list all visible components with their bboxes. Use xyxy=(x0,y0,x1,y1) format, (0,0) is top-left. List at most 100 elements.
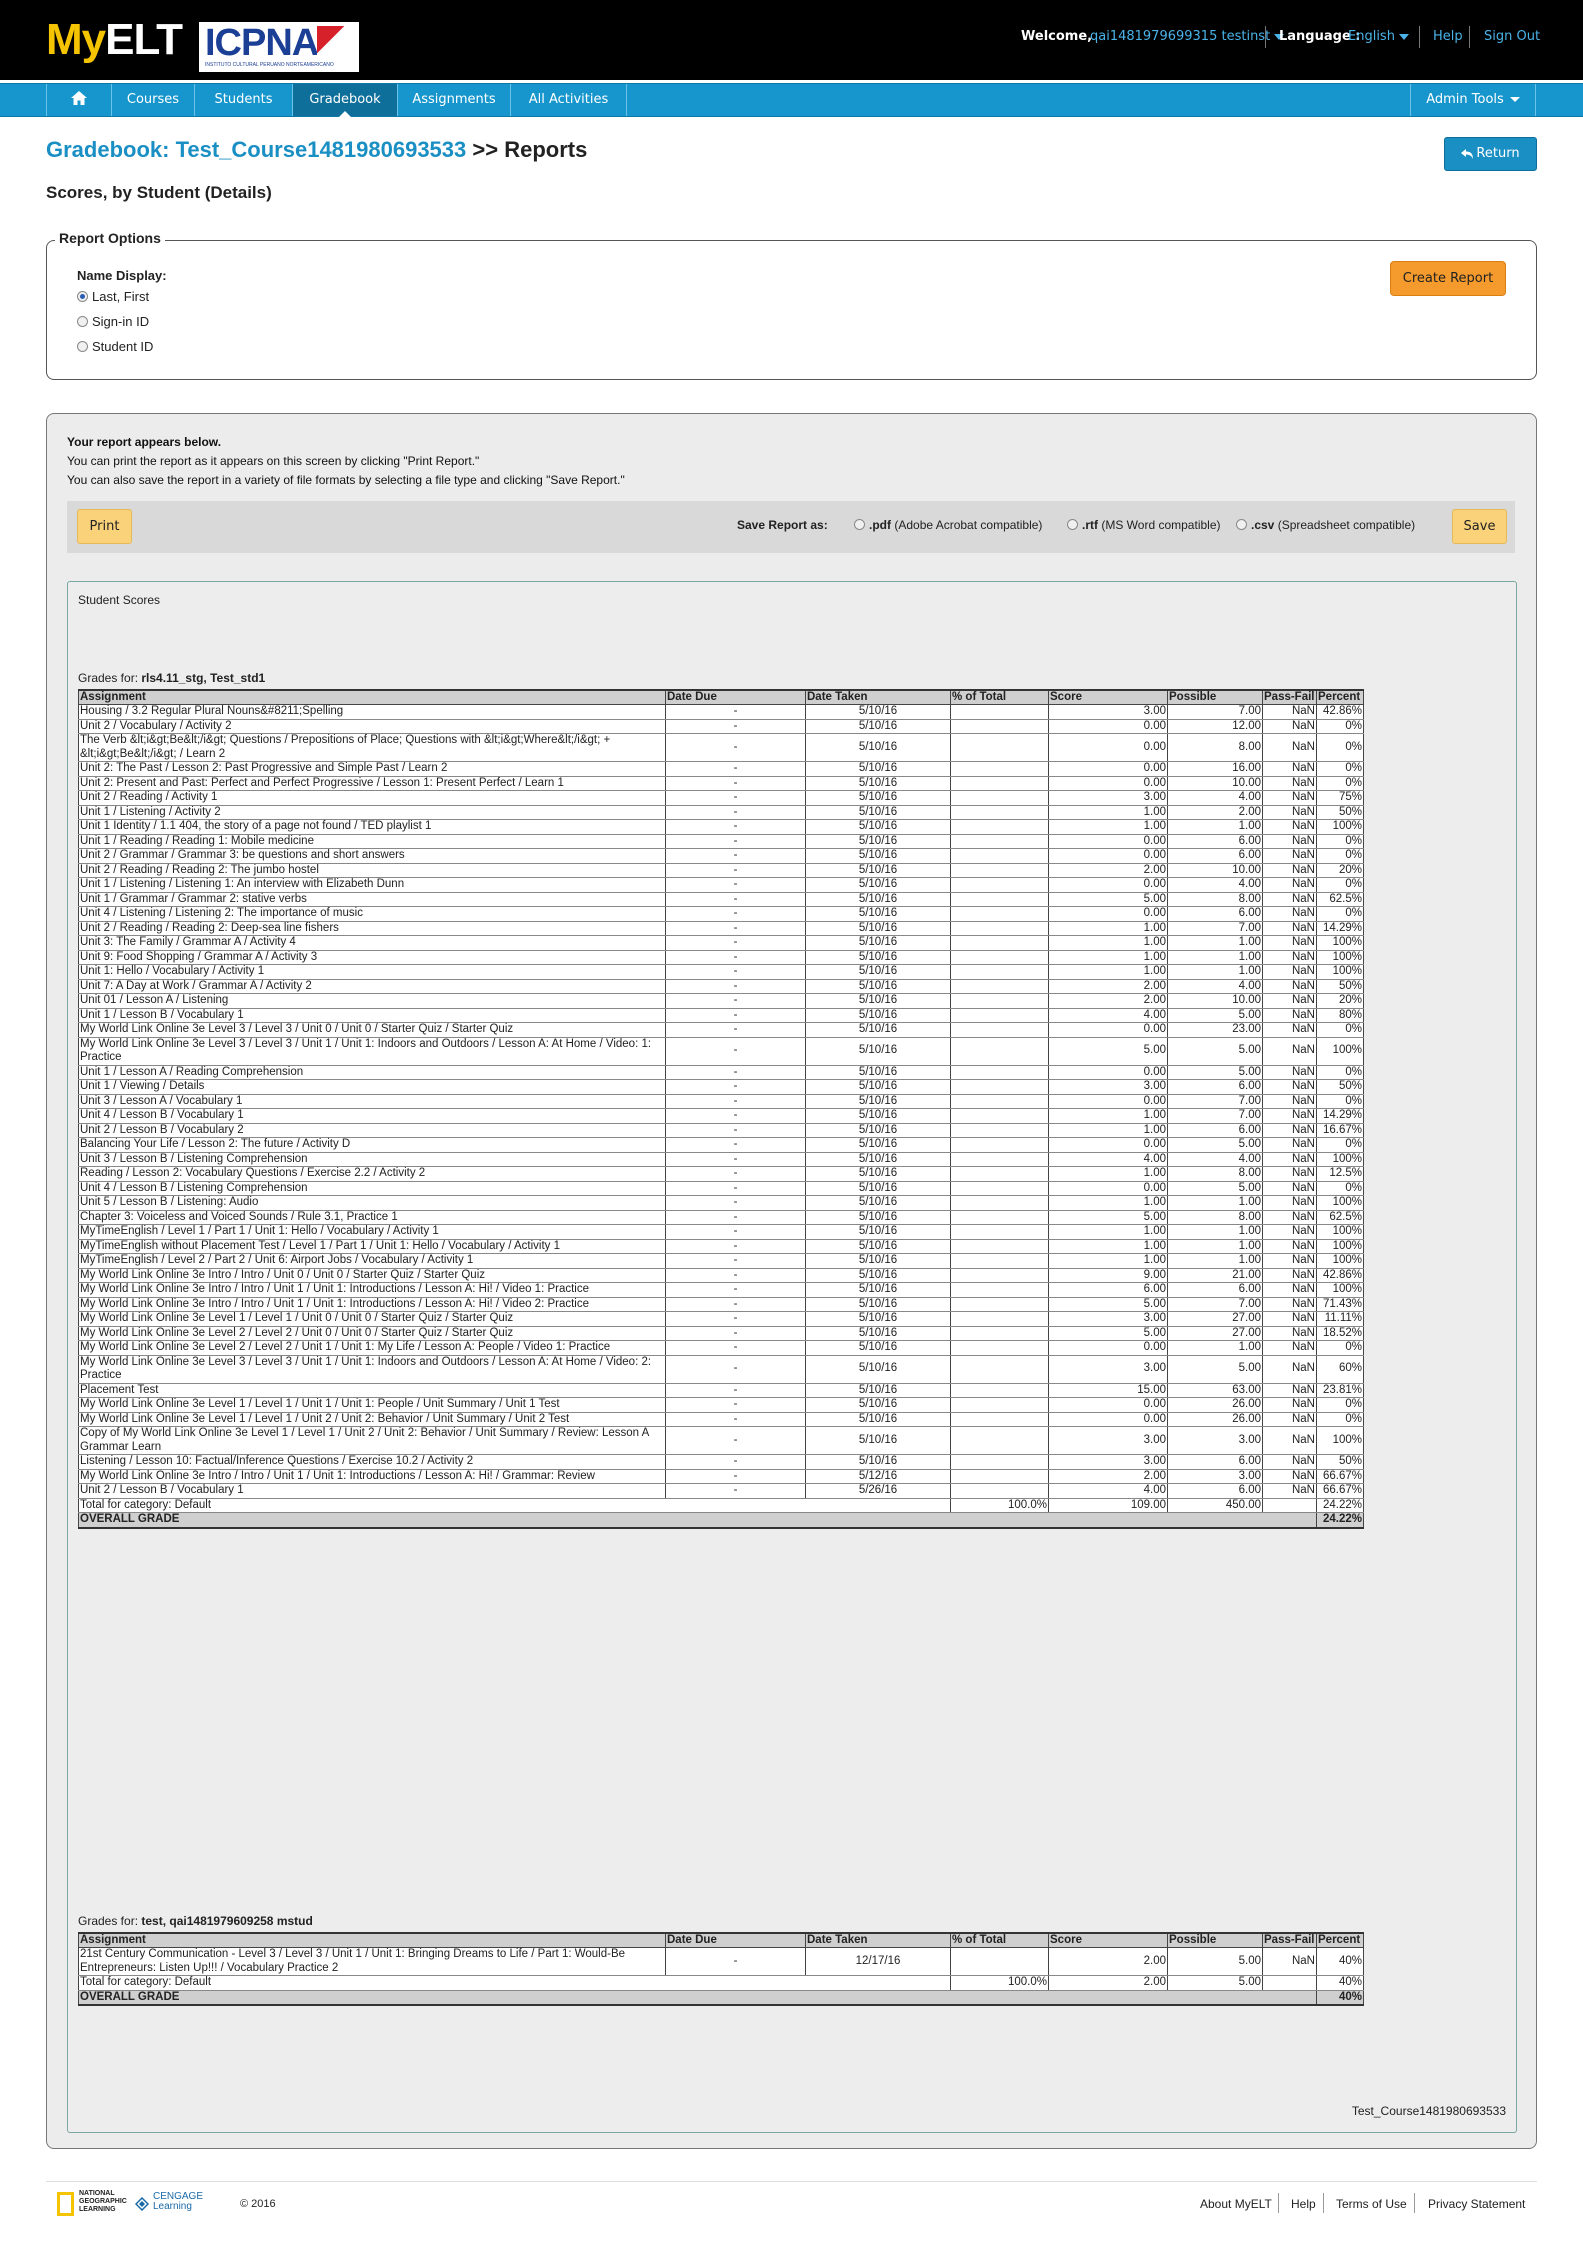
table-cell: 5/10/16 xyxy=(805,1239,951,1254)
nav-home[interactable] xyxy=(46,84,112,116)
table-cell xyxy=(950,993,1049,1009)
table-cell: 3.00 xyxy=(1048,1426,1168,1455)
sign-out-link[interactable]: Sign Out xyxy=(1484,29,1540,44)
main-nav: Courses Students Gradebook Assignments A… xyxy=(0,83,1583,117)
table-cell: NaN xyxy=(1262,719,1317,734)
radio-button[interactable] xyxy=(1067,519,1078,531)
create-report-button[interactable]: Create Report xyxy=(1390,261,1506,296)
table-cell xyxy=(950,704,1049,720)
table-cell: NaN xyxy=(1262,1079,1317,1095)
user-menu[interactable]: qai1481979699315 testinst xyxy=(1090,29,1285,44)
footer-link-about[interactable]: About MyELT xyxy=(1200,2197,1272,2211)
table-cell: NaN xyxy=(1262,819,1317,835)
table-cell: 6.00 xyxy=(1167,906,1263,922)
print-button[interactable]: Print xyxy=(77,509,132,544)
return-button[interactable]: Return xyxy=(1444,137,1537,171)
radio-button[interactable] xyxy=(77,341,88,353)
radio-button[interactable] xyxy=(1236,519,1247,531)
nav-courses[interactable]: Courses xyxy=(112,84,195,116)
column-header: Score xyxy=(1048,689,1168,705)
column-header: % of Total xyxy=(950,689,1049,705)
table-cell: 1.00 xyxy=(1167,1340,1263,1356)
table-cell: 5/10/16 xyxy=(805,892,951,907)
grades-for-text: Grades for: xyxy=(78,1914,139,1928)
table-cell: 0% xyxy=(1316,1065,1364,1080)
table-cell: 5/10/16 xyxy=(805,1268,951,1283)
table-cell xyxy=(950,1108,1049,1124)
table-row: Unit 5 / Lesson B / Listening: Audio -5/1… xyxy=(78,1195,1364,1211)
table-cell xyxy=(950,863,1049,878)
table-cell: 1.00 xyxy=(1167,1224,1263,1240)
table-cell: 3.00 xyxy=(1048,1454,1168,1470)
table-cell: MyTimeEnglish without Placement Test / L… xyxy=(78,1239,666,1254)
overall-grade-value: 40% xyxy=(1316,1990,1364,2006)
column-header: Date Due xyxy=(665,1932,806,1948)
radio-button[interactable] xyxy=(77,316,88,328)
nav-admin-tools[interactable]: Admin Tools xyxy=(1410,84,1536,116)
total-cell: Total for category: Default xyxy=(78,1497,951,1513)
name-display-option-student-id[interactable]: Student ID xyxy=(77,339,153,354)
footer-link-privacy[interactable]: Privacy Statement xyxy=(1428,2197,1525,2211)
table-cell: - xyxy=(665,1022,806,1038)
myelt-logo[interactable]: MyELT xyxy=(46,18,183,62)
table-cell: - xyxy=(665,979,806,994)
table-cell: - xyxy=(665,733,806,762)
footer-link-terms[interactable]: Terms of Use xyxy=(1336,2197,1407,2211)
return-arrow-icon xyxy=(1461,148,1474,159)
table-cell: 10.00 xyxy=(1167,993,1263,1009)
table-cell: 5/10/16 xyxy=(805,834,951,849)
help-link[interactable]: Help xyxy=(1433,29,1463,44)
table-cell: 0.00 xyxy=(1048,1094,1168,1109)
table-cell: - xyxy=(665,964,806,980)
table-cell: 5/10/16 xyxy=(805,921,951,936)
table-cell: 5/10/16 xyxy=(805,1311,951,1327)
table-cell: - xyxy=(665,1469,806,1484)
radio-button[interactable] xyxy=(854,519,865,531)
table-cell: 5/10/16 xyxy=(805,1210,951,1225)
course-name-footer: Test_Course1481980693533 xyxy=(1351,2104,1506,2118)
table-cell: 5/10/16 xyxy=(805,1166,951,1182)
table-cell: 5/10/16 xyxy=(805,1108,951,1124)
table-header-row: Assignment Date Due Date Taken% of Total Sc… xyxy=(78,1932,1364,1948)
category-total-row: Total for category: Default 100.0% 2.00 5.0… xyxy=(78,1975,1364,1991)
nav-gradebook-label: Gradebook xyxy=(309,92,381,107)
table-cell xyxy=(950,906,1049,922)
name-display-option-sign-in-id[interactable]: Sign-in ID xyxy=(77,314,149,329)
save-button[interactable]: Save xyxy=(1452,509,1507,544)
table-cell: NaN xyxy=(1262,950,1317,965)
report-info-line: You can print the report as it appears o… xyxy=(67,454,480,468)
table-cell: 5/10/16 xyxy=(805,719,951,734)
format-csv-option[interactable]: .csv (Spreadsheet compatible) xyxy=(1236,518,1415,532)
format-rtf-option[interactable]: .rtf (MS Word compatible) xyxy=(1067,518,1221,532)
nav-gradebook[interactable]: Gradebook xyxy=(293,84,398,117)
table-cell: NaN xyxy=(1262,1253,1317,1269)
table-cell: 0% xyxy=(1316,1340,1364,1356)
format-pdf-option[interactable]: .pdf (Adobe Acrobat compatible) xyxy=(854,518,1042,532)
table-cell: 5/10/16 xyxy=(805,1137,951,1153)
table-cell: 8.00 xyxy=(1167,733,1263,762)
nav-assignments[interactable]: Assignments xyxy=(398,84,511,116)
radio-button[interactable] xyxy=(77,291,88,303)
table-cell: - xyxy=(665,1454,806,1470)
option-label: Student ID xyxy=(92,339,154,354)
format-ext: .rtf xyxy=(1082,518,1098,532)
cengage-logo-icon xyxy=(135,2197,149,2211)
name-display-option-last-first[interactable]: Last, First xyxy=(77,289,149,304)
table-cell: 0.00 xyxy=(1048,1340,1168,1356)
table-cell xyxy=(950,834,1049,849)
table-cell: NaN xyxy=(1262,1426,1317,1455)
language-select[interactable]: English xyxy=(1348,29,1409,44)
nav-students[interactable]: Students xyxy=(195,84,293,116)
table-cell xyxy=(950,1239,1049,1254)
table-cell: 0.00 xyxy=(1048,1137,1168,1153)
table-cell: 6.00 xyxy=(1167,1282,1263,1298)
table-cell: NaN xyxy=(1262,704,1317,720)
table-cell: 7.00 xyxy=(1167,704,1263,720)
gradebook-course-link[interactable]: Gradebook: Test_Course1481980693533 xyxy=(46,137,466,162)
table-cell: - xyxy=(665,863,806,878)
national-geographic-logo-icon xyxy=(57,2192,74,2216)
table-cell: - xyxy=(665,1108,806,1124)
nav-all-activities[interactable]: All Activities xyxy=(511,84,627,116)
footer-link-help[interactable]: Help xyxy=(1291,2197,1316,2211)
table-cell: - xyxy=(665,1037,806,1066)
